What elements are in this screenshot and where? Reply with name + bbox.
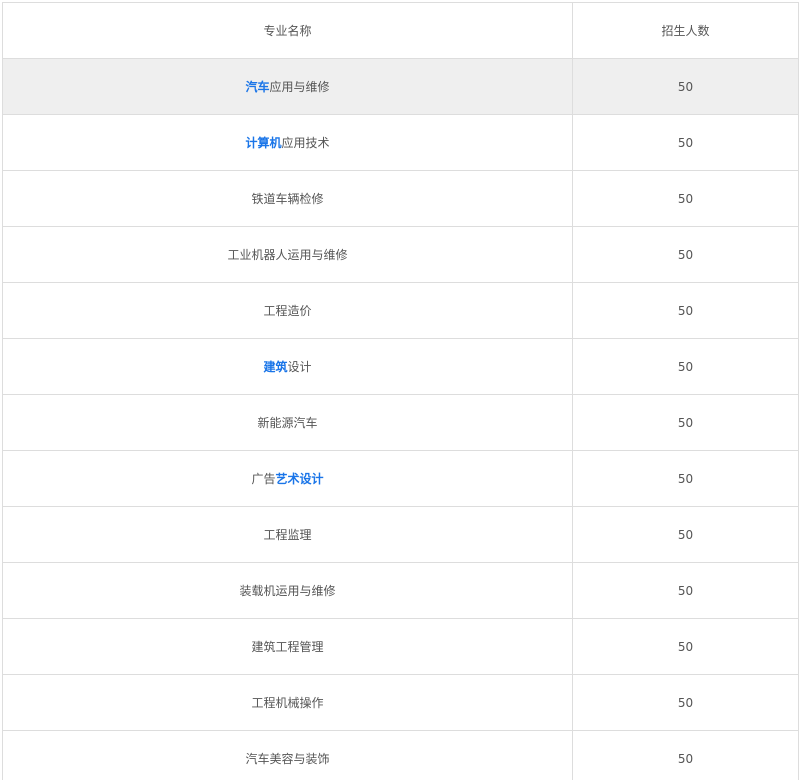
major-name-text: 工程机械操作	[251, 696, 324, 710]
majors-enrollment-table: 专业名称 招生人数 汽车应用与维修 50 计算机应用技术 50 铁道车辆检修 50 工业机器…	[2, 2, 799, 780]
enrollment-count-cell: 50	[572, 562, 799, 619]
major-name-cell: 建筑工程管理	[2, 618, 573, 675]
major-name-cell: 建筑设计	[2, 338, 573, 395]
table-row: 工程造价 50	[2, 282, 799, 339]
major-name-cell: 广告艺术设计	[2, 450, 573, 507]
major-name-cell: 计算机应用技术	[2, 114, 573, 171]
table-row: 装载机运用与维修 50	[2, 562, 799, 619]
major-name-text: 工程造价	[263, 304, 312, 318]
header-major-name: 专业名称	[2, 2, 573, 59]
table-row: 建筑工程管理 50	[2, 618, 799, 675]
table-row: 建筑设计 50	[2, 338, 799, 395]
enrollment-count-cell: 50	[572, 282, 799, 339]
major-name-cell: 汽车美容与装饰	[2, 730, 573, 780]
major-name-cell: 铁道车辆检修	[2, 170, 573, 227]
major-name-text: 工业机器人运用与维修	[227, 248, 348, 262]
major-name-text: 铁道车辆检修	[251, 192, 324, 206]
page: 专业名称 招生人数 汽车应用与维修 50 计算机应用技术 50 铁道车辆检修 50 工业机器…	[0, 0, 800, 780]
enrollment-count-cell: 50	[572, 506, 799, 563]
table-row: 新能源汽车 50	[2, 394, 799, 451]
major-name-text: 新能源汽车	[257, 416, 318, 430]
major-name-text: 装载机运用与维修	[239, 584, 336, 598]
enrollment-count-cell: 50	[572, 674, 799, 731]
major-name-cell: 工程造价	[2, 282, 573, 339]
table-row: 汽车应用与维修 50	[2, 58, 799, 115]
enrollment-count-cell: 50	[572, 114, 799, 171]
table-header-row: 专业名称 招生人数	[2, 2, 799, 59]
table-row: 汽车美容与装饰 50	[2, 730, 799, 780]
major-name-text: 工程监理	[263, 528, 312, 542]
major-name-cell: 工程监理	[2, 506, 573, 563]
table-row: 工业机器人运用与维修 50	[2, 226, 799, 283]
enrollment-count-cell: 50	[572, 170, 799, 227]
major-name-cell: 新能源汽车	[2, 394, 573, 451]
major-name-cell: 工业机器人运用与维修	[2, 226, 573, 283]
table-row: 铁道车辆检修 50	[2, 170, 799, 227]
enrollment-count-cell: 50	[572, 394, 799, 451]
major-name-cell: 工程机械操作	[2, 674, 573, 731]
major-name-text: 应用与维修	[269, 80, 330, 94]
major-name-cell: 汽车应用与维修	[2, 58, 573, 115]
enrollment-count-cell: 50	[572, 226, 799, 283]
table-row: 工程监理 50	[2, 506, 799, 563]
table-row: 计算机应用技术 50	[2, 114, 799, 171]
major-keyword-link[interactable]: 计算机	[245, 136, 281, 150]
major-name-text: 应用技术	[281, 136, 330, 150]
header-enrollment-count: 招生人数	[572, 2, 799, 59]
major-keyword-link[interactable]: 建筑	[263, 360, 287, 374]
major-keyword-link[interactable]: 汽车	[245, 80, 269, 94]
enrollment-count-cell: 50	[572, 58, 799, 115]
major-name-text: 广告	[251, 472, 276, 486]
enrollment-count-cell: 50	[572, 730, 799, 780]
enrollment-count-cell: 50	[572, 338, 799, 395]
enrollment-count-cell: 50	[572, 618, 799, 675]
table-row: 广告艺术设计 50	[2, 450, 799, 507]
major-name-text: 汽车美容与装饰	[245, 752, 330, 766]
major-name-text: 建筑工程管理	[251, 640, 324, 654]
major-name-text: 设计	[287, 360, 312, 374]
major-keyword-link[interactable]: 艺术设计	[276, 472, 324, 486]
major-name-cell: 装载机运用与维修	[2, 562, 573, 619]
enrollment-count-cell: 50	[572, 450, 799, 507]
table-body: 汽车应用与维修 50 计算机应用技术 50 铁道车辆检修 50 工业机器人运用与维修 50 工程…	[2, 58, 799, 780]
table-row: 工程机械操作 50	[2, 674, 799, 731]
